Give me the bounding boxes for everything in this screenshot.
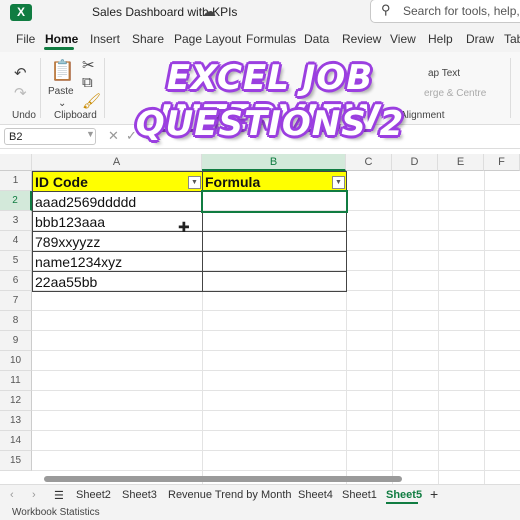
sheet-tab-bar: ‹ › ☰ Sheet2 Sheet3 Revenue Trend by Mon… <box>0 484 520 507</box>
ribbon-divider <box>40 58 41 118</box>
all-sheets-menu-icon[interactable]: ☰ <box>54 489 64 502</box>
gridline <box>32 410 520 411</box>
tab-draw[interactable]: Draw <box>466 32 494 46</box>
column-header-a[interactable]: A <box>32 154 202 171</box>
scroll-left-icon[interactable]: ‹ <box>10 489 14 501</box>
row-header[interactable]: 11 <box>0 371 32 391</box>
ribbon-tabs: File Home Insert Share Page Layout Formu… <box>0 26 520 52</box>
row-header[interactable]: 12 <box>0 391 32 411</box>
sheet-tab-revenue-trend[interactable]: Revenue Trend by Month <box>168 489 292 501</box>
row-header[interactable]: 15 <box>0 451 32 471</box>
gridline <box>32 350 520 351</box>
gridline <box>32 430 520 431</box>
row-header[interactable]: 2 <box>0 191 32 211</box>
select-all-corner[interactable] <box>0 154 32 171</box>
gridline <box>32 390 520 391</box>
search-box[interactable]: ⚲ Search for tools, help, and <box>370 0 520 23</box>
excel-logo-icon: X <box>10 4 32 21</box>
tab-help[interactable]: Help <box>428 32 453 46</box>
column-header-f[interactable]: F <box>484 154 520 171</box>
row-header[interactable]: 7 <box>0 291 32 311</box>
gridline <box>392 171 393 484</box>
status-bar: Workbook Statistics <box>0 506 520 520</box>
row-header[interactable]: 6 <box>0 271 32 291</box>
gridline <box>484 171 485 484</box>
row-header[interactable]: 13 <box>0 411 32 431</box>
sheet-tab-sheet1[interactable]: Sheet1 <box>342 489 377 501</box>
scroll-right-icon[interactable]: › <box>32 489 36 501</box>
gridline <box>32 450 520 451</box>
gridline <box>438 171 439 484</box>
tab-review[interactable]: Review <box>342 32 381 46</box>
table-cell-formula[interactable] <box>202 231 347 252</box>
sheet-tab-sheet5[interactable]: Sheet5 <box>386 489 422 501</box>
active-sheet-indicator <box>386 502 418 504</box>
gridline <box>32 330 520 331</box>
filter-dropdown-icon[interactable]: ▼ <box>332 176 345 189</box>
row-header[interactable]: 5 <box>0 251 32 271</box>
tab-share[interactable]: Share <box>132 32 164 46</box>
ribbon-divider <box>510 58 511 118</box>
row-header[interactable]: 10 <box>0 351 32 371</box>
redo-icon[interactable]: ↷ <box>14 84 27 102</box>
table-cell-formula[interactable] <box>202 271 347 292</box>
active-tab-indicator <box>44 47 74 50</box>
table-cell-formula[interactable] <box>202 211 347 232</box>
tab-insert[interactable]: Insert <box>90 32 120 46</box>
search-icon: ⚲ <box>381 2 391 17</box>
sheet-tab-sheet3[interactable]: Sheet3 <box>122 489 157 501</box>
title-bar: X Sales Dashboard with KPIs ☁ ⚲ Search f… <box>0 0 520 26</box>
table-header-formula[interactable]: Formula <box>202 171 347 192</box>
table-header-id-code[interactable]: ID Code <box>32 171 203 192</box>
tab-formulas[interactable]: Formulas <box>246 32 296 46</box>
column-header-b[interactable]: B <box>202 154 346 171</box>
row-header[interactable]: 3 <box>0 211 32 231</box>
tab-data[interactable]: Data <box>304 32 329 46</box>
row-header[interactable]: 9 <box>0 331 32 351</box>
add-sheet-icon[interactable]: + <box>430 486 438 502</box>
gridline <box>32 370 520 371</box>
gridline <box>32 470 520 471</box>
column-header-d[interactable]: D <box>392 154 438 171</box>
table-cell-formula[interactable] <box>202 251 347 272</box>
tab-table[interactable]: Tab <box>504 32 520 46</box>
row-header[interactable]: 14 <box>0 431 32 451</box>
tab-home[interactable]: Home <box>45 32 78 46</box>
active-cell-selection <box>201 190 348 213</box>
sheet-tab-sheet4[interactable]: Sheet4 <box>298 489 333 501</box>
search-placeholder: Search for tools, help, and <box>403 4 520 18</box>
tab-file[interactable]: File <box>16 32 35 46</box>
table-cell-id[interactable]: name1234xyz <box>32 251 203 272</box>
sheet-tab-sheet2[interactable]: Sheet2 <box>76 489 111 501</box>
row-header[interactable]: 8 <box>0 311 32 331</box>
cell-cursor-icon: ✚ <box>178 219 190 235</box>
gridline <box>32 310 520 311</box>
column-header-c[interactable]: C <box>346 154 392 171</box>
workbook-statistics[interactable]: Workbook Statistics <box>12 507 100 518</box>
row-header[interactable]: 1 <box>0 171 32 191</box>
horizontal-scrollbar[interactable] <box>0 476 520 482</box>
scrollbar-thumb[interactable] <box>44 476 402 482</box>
table-cell-id[interactable]: 22aa55bb <box>32 271 203 292</box>
row-header[interactable]: 4 <box>0 231 32 251</box>
autosave-cloud-icon[interactable]: ☁ <box>202 3 216 20</box>
headline-line-2: QUESTIONS 2 <box>135 104 405 144</box>
table-cell-id[interactable]: aaad2569ddddd <box>32 191 203 212</box>
worksheet-grid: A B C D E F 1 2 3 4 5 6 7 8 9 10 11 12 1… <box>0 154 520 484</box>
column-header-e[interactable]: E <box>438 154 484 171</box>
undo-group-label: Undo <box>12 110 36 121</box>
tab-view[interactable]: View <box>390 32 416 46</box>
filter-dropdown-icon[interactable]: ▼ <box>188 176 201 189</box>
tab-page-layout[interactable]: Page Layout <box>174 32 241 46</box>
undo-icon[interactable]: ↶ <box>14 64 27 82</box>
